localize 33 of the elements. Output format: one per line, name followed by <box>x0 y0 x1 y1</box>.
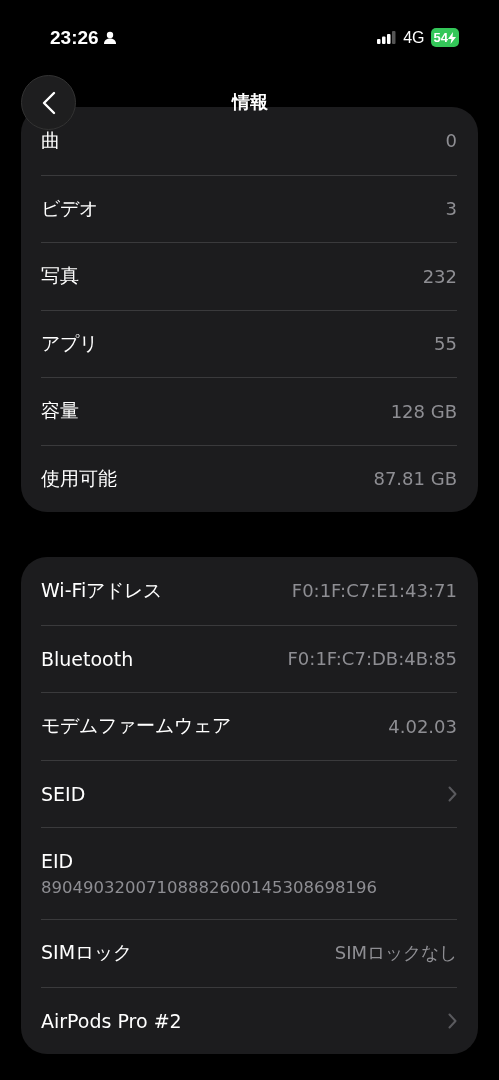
row-value: 87.81 GB <box>373 468 457 490</box>
row-label: モデムファームウェア <box>41 713 231 739</box>
battery-icon: 54 <box>430 28 459 47</box>
row-value: SIMロックなし <box>334 941 457 966</box>
row-value: 0 <box>445 130 457 152</box>
row-value: 4.02.03 <box>388 715 457 737</box>
person-icon <box>102 30 117 45</box>
row-value: F0:1F:C7:E1:43:71 <box>291 580 457 602</box>
back-icon <box>41 90 56 115</box>
row-label: SIMロック <box>41 940 133 966</box>
page-title: 情報 <box>231 90 268 114</box>
row-value: F0:1F:C7:DB:4B:85 <box>287 648 457 670</box>
list-item[interactable]: SEID <box>41 759 457 827</box>
row-label: Wi-Fiアドレス <box>41 577 163 603</box>
row-value: 3 <box>445 198 457 220</box>
row-label: ビデオ <box>41 195 98 221</box>
row-label: Bluetooth <box>41 647 134 670</box>
signal-icon <box>377 31 398 44</box>
chevron-icon <box>448 1012 457 1029</box>
list-item[interactable]: AirPods Pro #2 <box>41 986 457 1054</box>
row-label: 曲 <box>41 127 60 153</box>
row-label: EID <box>41 850 74 872</box>
clock-time: 23:26 <box>50 26 99 49</box>
row-value: 89049032007108882600145308698196 <box>41 878 377 897</box>
network-type: 4G <box>403 28 425 47</box>
row-value: 232 <box>422 265 457 287</box>
row-label: 容量 <box>41 398 79 424</box>
chevron-icon <box>448 785 457 802</box>
row-label: アプリ <box>41 330 98 356</box>
row-label: 使用可能 <box>41 465 117 491</box>
row-value: 55 <box>434 333 457 355</box>
row-label: 写真 <box>41 263 79 289</box>
row-value: 128 GB <box>390 400 457 422</box>
